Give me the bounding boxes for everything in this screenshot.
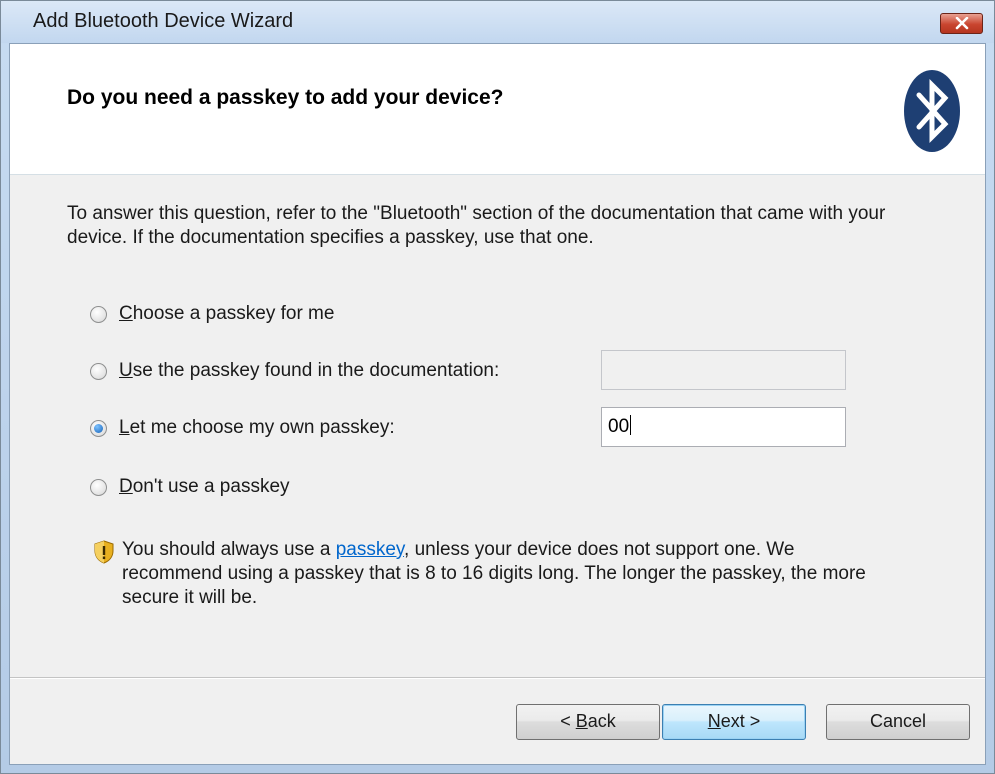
bluetooth-icon <box>904 70 960 152</box>
wizard-header: Do you need a passkey to add your device… <box>10 44 985 175</box>
radio-button[interactable] <box>90 479 107 496</box>
radio-label[interactable]: Choose a passkey for me <box>119 303 334 325</box>
radio-button-selected[interactable] <box>90 420 107 437</box>
wizard-window: Add Bluetooth Device Wizard Do you need … <box>0 0 995 774</box>
intro-text: To answer this question, refer to the "B… <box>67 203 886 248</box>
radio-button[interactable] <box>90 363 107 380</box>
close-icon <box>955 17 969 30</box>
passkey-advice-text: You should always use a passkey, unless … <box>122 539 866 608</box>
radio-label[interactable]: Let me choose my own passkey: <box>119 417 395 439</box>
footer-divider <box>10 677 985 679</box>
cancel-button[interactable]: Cancel <box>826 704 970 740</box>
wizard-client-area: Do you need a passkey to add your device… <box>9 43 986 765</box>
shield-warning-icon <box>94 540 114 564</box>
radio-label[interactable]: Use the passkey found in the documentati… <box>119 360 499 382</box>
title-bar[interactable]: Add Bluetooth Device Wizard <box>1 1 994 43</box>
passkey-link[interactable]: passkey <box>336 539 404 560</box>
passkey-value: 00 <box>608 416 630 437</box>
radio-label[interactable]: Don't use a passkey <box>119 476 290 498</box>
documentation-passkey-input[interactable] <box>601 350 846 390</box>
text-caret <box>630 415 632 435</box>
radio-button[interactable] <box>90 306 107 323</box>
close-button[interactable] <box>940 13 983 34</box>
back-button[interactable]: < Back <box>516 704 660 740</box>
page-title: Do you need a passkey to add your device… <box>67 86 504 109</box>
window-title: Add Bluetooth Device Wizard <box>33 10 294 32</box>
next-button[interactable]: Next > <box>662 704 806 740</box>
own-passkey-input[interactable]: 00 <box>601 407 846 447</box>
